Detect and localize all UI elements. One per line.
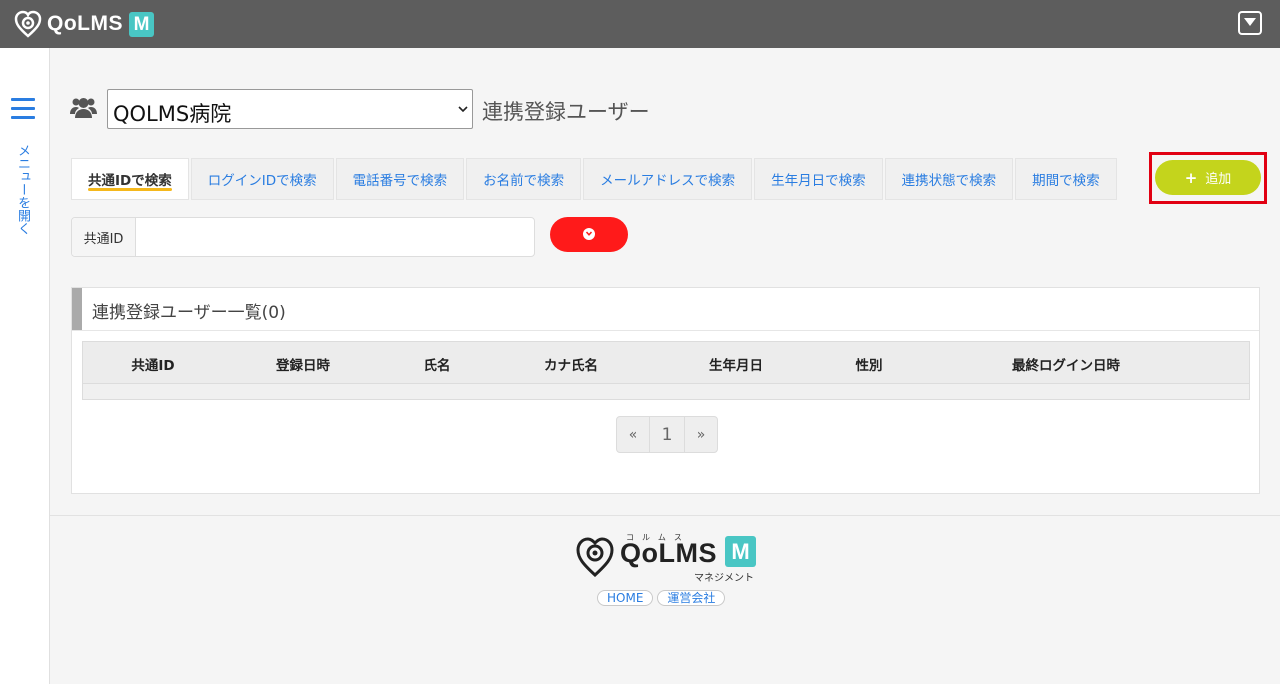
tab-label: 連携状態で検索 [901,173,997,189]
page-title: 連携登録ユーザー [482,100,650,124]
add-button-highlight: + 追加 [1149,152,1267,204]
user-table: 共通ID 登録日時 氏名 カナ氏名 生年月日 性別 最終ログイン日時 [82,341,1250,400]
tab-active-indicator [88,188,172,191]
qolms-logo-icon [576,537,614,578]
footer-link-home[interactable]: HOME [597,590,654,606]
add-button-label: 追加 [1205,172,1232,187]
chevron-down-icon [586,231,592,236]
hospital-select-value: QOLMS病院 [113,102,232,126]
add-button[interactable]: + 追加 [1155,160,1261,195]
hamburger-menu-icon[interactable] [11,98,35,125]
plus-icon: + [1184,168,1198,187]
pagination-next[interactable]: » [685,417,717,452]
tab-label: ログインIDで検索 [207,173,317,189]
app-logo[interactable]: QoLMS M [14,8,154,40]
app-brand: QoLMS [47,12,123,35]
app-brand-badge: M [129,11,154,37]
tab-label: 期間で検索 [1032,173,1100,189]
tab-common-id[interactable]: 共通IDで検索 [71,158,189,200]
tab-label: メールアドレスで検索 [600,173,736,189]
user-list-panel: 連携登録ユーザー一覧(0) 共通ID 登録日時 氏名 カナ氏名 生年月日 性別 … [71,287,1260,494]
footer-divider [50,515,1280,516]
search-button[interactable] [550,217,628,252]
tab-label: 生年月日で検索 [771,173,866,189]
footer-logo: コルムス QoLMS M マネジメント [575,533,756,584]
table-header: 共通ID 登録日時 氏名 カナ氏名 生年月日 性別 最終ログイン日時 [83,342,1249,384]
footer-brand: QoLMS [620,538,717,568]
column-header[interactable]: カナ氏名 [544,354,598,374]
column-header[interactable]: 登録日時 [276,354,330,374]
tab-login-id[interactable]: ログインIDで検索 [190,158,334,200]
common-id-search-group: 共通ID [71,217,535,257]
column-header[interactable]: 最終ログイン日時 [1012,354,1120,374]
hospital-select[interactable]: QOLMS病院 [107,89,473,129]
search-field-label: 共通ID [72,218,136,256]
pagination-prev[interactable]: « [617,417,650,452]
dropdown-toggle-icon[interactable] [1238,11,1262,35]
tab-name[interactable]: お名前で検索 [466,158,582,200]
sidebar: メニューを開く [0,48,50,684]
chevron-down-icon [458,106,468,113]
tab-label: お名前で検索 [483,173,565,189]
tab-period[interactable]: 期間で検索 [1015,158,1117,200]
tab-label: 共通IDで検索 [88,173,172,189]
footer-brand-sub: マネジメント [694,573,754,584]
tab-link-status[interactable]: 連携状態で検索 [884,158,1014,200]
column-header[interactable]: 性別 [856,354,883,374]
search-tabs: 共通IDで検索 ログインIDで検索 電話番号で検索 お名前で検索 メールアドレス… [71,158,1119,202]
top-bar: QoLMS M [0,0,1280,48]
tab-label: 電話番号で検索 [352,173,448,189]
qolms-logo-icon [14,10,42,38]
column-header[interactable]: 共通ID [131,354,174,374]
common-id-input[interactable] [136,218,532,256]
tab-birthdate[interactable]: 生年月日で検索 [754,158,883,200]
pagination: « 1 » [616,416,718,453]
tab-email[interactable]: メールアドレスで検索 [583,158,753,200]
open-menu-label[interactable]: メニューを開く [15,144,30,235]
footer-link-company[interactable]: 運営会社 [657,590,726,606]
footer-links: HOME 運営会社 [597,590,729,606]
users-icon [70,98,97,118]
column-header[interactable]: 氏名 [424,354,451,374]
tab-phone[interactable]: 電話番号で検索 [335,158,465,200]
panel-header-bar [72,288,82,330]
column-header[interactable]: 生年月日 [709,354,763,374]
pagination-page[interactable]: 1 [650,417,685,452]
footer-brand-badge: M [725,536,756,567]
panel-title: 連携登録ユーザー一覧(0) [92,303,286,323]
panel-header: 連携登録ユーザー一覧(0) [72,288,1259,331]
